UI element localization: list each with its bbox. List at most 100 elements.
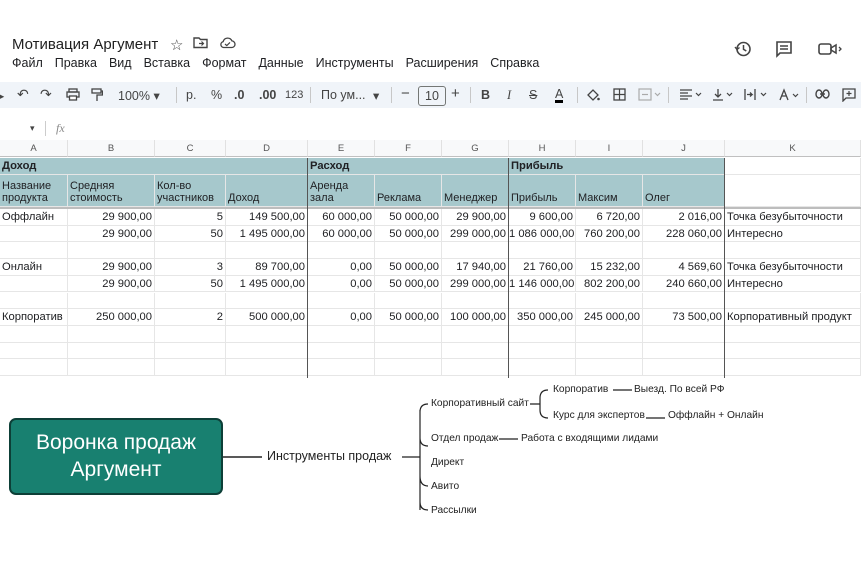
table-cell[interactable]: 299 000,00 bbox=[442, 225, 509, 243]
font-chevron-down-icon[interactable]: ▾ bbox=[373, 88, 379, 103]
table-cell[interactable] bbox=[725, 325, 861, 343]
column-header[interactable]: B bbox=[68, 140, 155, 157]
table-cell[interactable] bbox=[155, 242, 226, 260]
table-cell[interactable] bbox=[725, 242, 861, 260]
bold-icon[interactable]: B bbox=[481, 88, 490, 102]
menu-file[interactable]: Файл bbox=[12, 56, 43, 70]
column-header[interactable]: A bbox=[0, 140, 68, 157]
table-cell[interactable] bbox=[442, 342, 509, 360]
table-cell[interactable] bbox=[576, 242, 643, 260]
table-cell[interactable] bbox=[576, 325, 643, 343]
table-cell[interactable]: 350 000,00 bbox=[509, 309, 576, 326]
horizontal-align-icon[interactable] bbox=[679, 88, 705, 104]
table-cell[interactable]: 6 720,00 bbox=[576, 209, 643, 226]
meet-video-icon[interactable] bbox=[818, 40, 844, 63]
table-cell[interactable]: 802 200,00 bbox=[576, 275, 643, 293]
menu-data[interactable]: Данные bbox=[258, 56, 303, 70]
menu-insert[interactable]: Вставка bbox=[144, 56, 190, 70]
table-cell[interactable]: 29 900,00 bbox=[442, 209, 509, 226]
table-cell[interactable] bbox=[442, 325, 509, 343]
column-header[interactable]: C bbox=[155, 140, 226, 157]
table-cell[interactable] bbox=[155, 342, 226, 360]
table-cell[interactable] bbox=[576, 292, 643, 310]
table-cell[interactable] bbox=[375, 325, 442, 343]
table-cell[interactable]: 21 760,00 bbox=[509, 259, 576, 276]
table-cell[interactable] bbox=[226, 325, 308, 343]
table-cell[interactable] bbox=[308, 325, 375, 343]
table-cell[interactable] bbox=[0, 242, 68, 260]
table-cell[interactable]: Интересно bbox=[725, 225, 861, 243]
table-cell[interactable] bbox=[68, 359, 155, 376]
column-subheader[interactable]: Менеджер bbox=[442, 175, 509, 207]
table-cell[interactable]: 29 900,00 bbox=[68, 259, 155, 276]
vertical-align-icon[interactable] bbox=[712, 88, 736, 104]
group-header-expense[interactable]: Расход bbox=[308, 158, 509, 175]
history-icon[interactable] bbox=[734, 40, 752, 63]
table-cell[interactable]: 17 940,00 bbox=[442, 259, 509, 276]
table-cell[interactable] bbox=[0, 292, 68, 310]
table-cell[interactable]: 4 569,60 bbox=[643, 259, 725, 276]
column-header[interactable]: E bbox=[308, 140, 375, 157]
search-menus-icon[interactable]: ▸ bbox=[0, 88, 4, 103]
fill-color-icon[interactable] bbox=[586, 88, 600, 105]
cell[interactable] bbox=[725, 158, 861, 175]
table-cell[interactable]: 50 000,00 bbox=[375, 275, 442, 293]
table-cell[interactable]: 299 000,00 bbox=[442, 275, 509, 293]
table-cell[interactable]: 29 900,00 bbox=[68, 275, 155, 293]
table-cell[interactable]: 2 bbox=[155, 309, 226, 326]
table-cell[interactable]: 50 000,00 bbox=[375, 225, 442, 243]
table-cell[interactable] bbox=[68, 292, 155, 310]
column-subheader[interactable]: Кол-во участников bbox=[155, 175, 226, 207]
table-cell[interactable]: 50 bbox=[155, 275, 226, 293]
table-cell[interactable]: 100 000,00 bbox=[442, 309, 509, 326]
table-cell[interactable]: Оффлайн bbox=[0, 209, 68, 226]
borders-icon[interactable] bbox=[613, 88, 626, 104]
column-header[interactable]: K bbox=[725, 140, 861, 157]
table-cell[interactable]: 2 016,00 bbox=[643, 209, 725, 226]
merge-cells-icon[interactable] bbox=[638, 88, 662, 104]
table-cell[interactable]: 15 232,00 bbox=[576, 259, 643, 276]
column-subheader[interactable]: Олег bbox=[643, 175, 725, 207]
table-cell[interactable]: 3 bbox=[155, 259, 226, 276]
column-header[interactable]: F bbox=[375, 140, 442, 157]
table-cell[interactable] bbox=[226, 292, 308, 310]
table-cell[interactable]: Точка безубыточности bbox=[725, 259, 861, 276]
table-cell[interactable]: 50 bbox=[155, 225, 226, 243]
table-cell[interactable]: 149 500,00 bbox=[226, 209, 308, 226]
table-cell[interactable]: 0,00 bbox=[308, 309, 375, 326]
decrease-decimal-button[interactable]: .0 bbox=[234, 88, 244, 102]
table-cell[interactable]: 228 060,00 bbox=[643, 225, 725, 243]
table-cell[interactable]: 73 500,00 bbox=[643, 309, 725, 326]
table-cell[interactable]: Интересно bbox=[725, 275, 861, 293]
table-cell[interactable] bbox=[643, 342, 725, 360]
table-cell[interactable]: 50 000,00 bbox=[375, 209, 442, 226]
table-cell[interactable] bbox=[442, 359, 509, 376]
table-cell[interactable] bbox=[155, 359, 226, 376]
table-cell[interactable]: 250 000,00 bbox=[68, 309, 155, 326]
table-cell[interactable]: 245 000,00 bbox=[576, 309, 643, 326]
table-cell[interactable] bbox=[308, 242, 375, 260]
table-cell[interactable] bbox=[725, 359, 861, 376]
table-cell[interactable] bbox=[68, 342, 155, 360]
cloud-status-icon[interactable] bbox=[219, 36, 236, 53]
table-cell[interactable]: 1 086 000,00 bbox=[509, 225, 576, 243]
table-cell[interactable] bbox=[0, 359, 68, 376]
number-format-button[interactable]: 123 bbox=[285, 89, 303, 101]
table-cell[interactable] bbox=[308, 359, 375, 376]
table-cell[interactable] bbox=[68, 325, 155, 343]
name-box-chevron-down-icon[interactable]: ▾ bbox=[30, 123, 35, 134]
table-cell[interactable] bbox=[509, 292, 576, 310]
insert-link-icon[interactable] bbox=[815, 88, 830, 102]
table-cell[interactable]: 0,00 bbox=[308, 275, 375, 293]
table-cell[interactable] bbox=[576, 342, 643, 360]
column-subheader[interactable]: Прибыль bbox=[509, 175, 576, 207]
comments-icon[interactable] bbox=[775, 40, 793, 63]
column-subheader[interactable]: Средняя стоимость bbox=[68, 175, 155, 207]
menu-tools[interactable]: Инструменты bbox=[316, 56, 394, 70]
group-header-income[interactable]: Доход bbox=[0, 158, 308, 175]
table-cell[interactable]: 60 000,00 bbox=[308, 225, 375, 243]
text-wrap-icon[interactable] bbox=[744, 88, 770, 104]
print-icon[interactable] bbox=[66, 88, 80, 104]
table-cell[interactable]: 29 900,00 bbox=[68, 209, 155, 226]
table-cell[interactable]: 50 000,00 bbox=[375, 309, 442, 326]
